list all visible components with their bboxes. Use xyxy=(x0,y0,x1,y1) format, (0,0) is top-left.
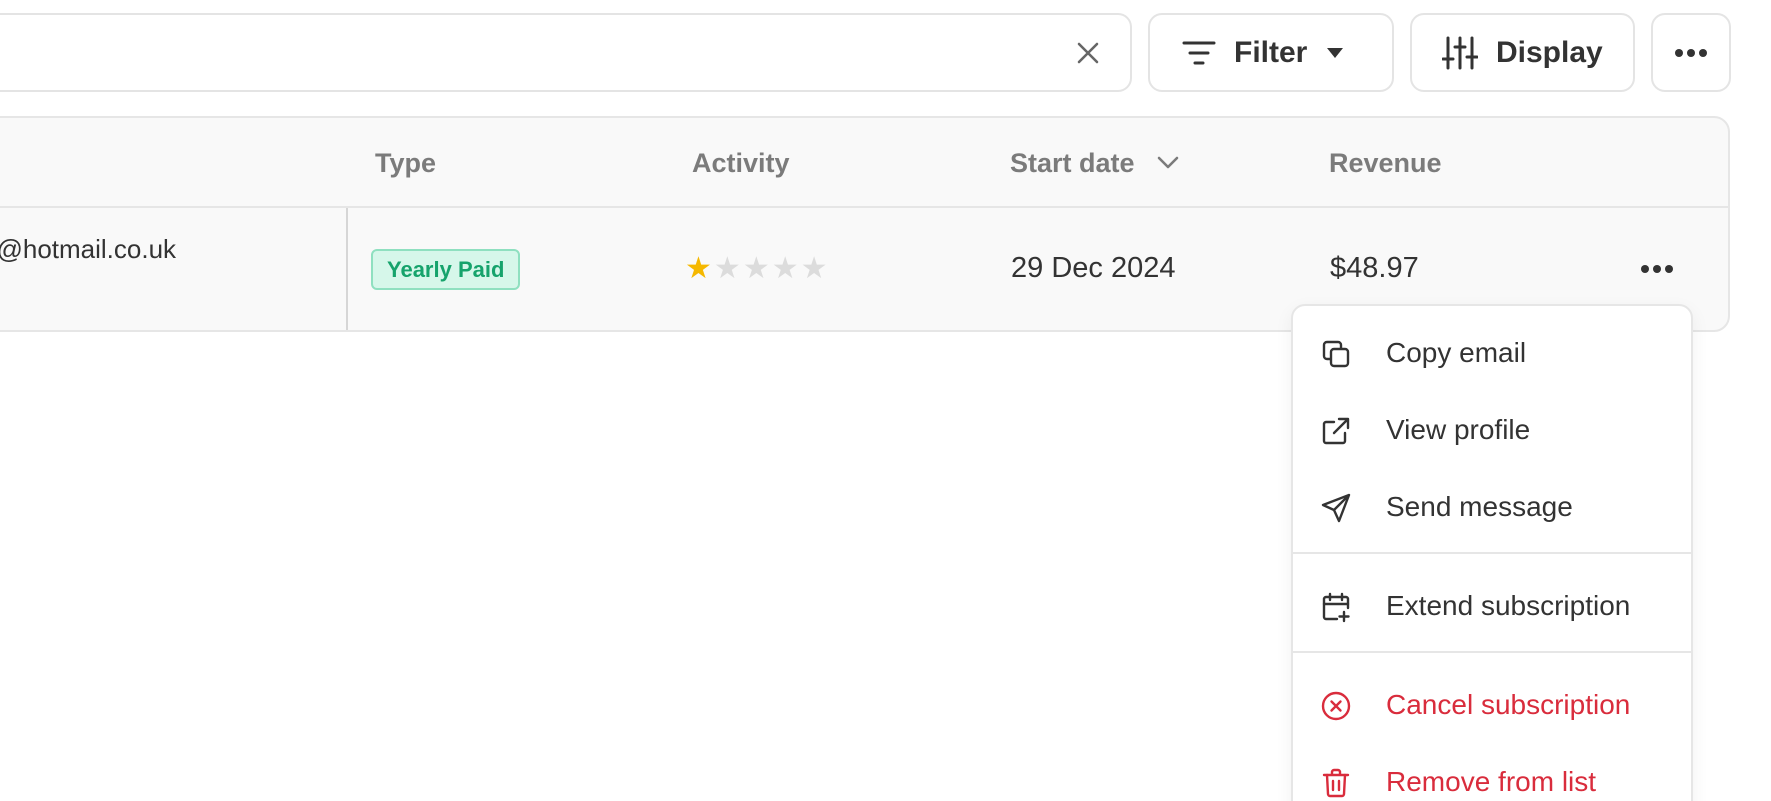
display-button[interactable]: Display xyxy=(1410,13,1635,92)
star-filled-icon: ★ xyxy=(685,252,712,285)
row-actions-button[interactable] xyxy=(1632,254,1682,284)
menu-item-copy-email[interactable]: Copy email xyxy=(1293,320,1691,386)
send-icon xyxy=(1319,491,1353,525)
star-empty-icon: ★ xyxy=(771,252,799,285)
table-header: Type Activity Start date Revenue xyxy=(0,118,1728,208)
start-date-value: 29 Dec 2024 xyxy=(1011,252,1176,284)
trash-icon xyxy=(1319,766,1353,800)
star-empty-icon: ★ xyxy=(742,252,770,285)
column-header-type[interactable]: Type xyxy=(375,118,436,208)
menu-item-extend-subscription[interactable]: Extend subscription xyxy=(1293,573,1691,639)
column-header-activity[interactable]: Activity xyxy=(692,118,790,208)
calendar-plus-icon xyxy=(1319,590,1353,624)
display-label: Display xyxy=(1496,35,1603,69)
more-options-button[interactable] xyxy=(1651,13,1731,92)
filter-label: Filter xyxy=(1234,35,1308,69)
menu-divider xyxy=(1293,651,1691,653)
menu-item-remove-from-list[interactable]: Remove from list xyxy=(1293,749,1691,801)
menu-item-view-profile[interactable]: View profile xyxy=(1293,397,1691,463)
menu-item-send-message[interactable]: Send message xyxy=(1293,474,1691,540)
star-empty-icon: ★ xyxy=(713,252,741,285)
filter-icon xyxy=(1182,39,1216,67)
external-link-icon xyxy=(1319,414,1353,448)
search-input[interactable] xyxy=(0,13,1132,92)
column-divider xyxy=(346,208,348,330)
ellipsis-icon xyxy=(1674,48,1708,58)
menu-item-label: Remove from list xyxy=(1386,766,1597,797)
row-actions-menu: Copy email View profile Send message Ext… xyxy=(1291,304,1693,801)
chevron-down-icon xyxy=(1157,156,1179,170)
menu-divider xyxy=(1293,552,1691,554)
menu-item-label: Copy email xyxy=(1386,337,1527,368)
activity-rating: ★ ★ ★ ★ ★ xyxy=(685,254,828,284)
menu-item-label: Cancel subscription xyxy=(1386,689,1631,720)
sliders-icon xyxy=(1442,35,1478,71)
menu-item-label: Extend subscription xyxy=(1386,590,1631,621)
menu-item-label: View profile xyxy=(1386,414,1531,445)
start-date-label: Start date xyxy=(1010,147,1135,178)
copy-icon xyxy=(1319,337,1353,371)
menu-item-cancel-subscription[interactable]: Cancel subscription xyxy=(1293,672,1691,738)
subscribers-table: Type Activity Start date Revenue n@hotma… xyxy=(0,116,1730,332)
filter-button[interactable]: Filter xyxy=(1148,13,1394,92)
revenue-value: $48.97 xyxy=(1330,252,1419,284)
row-email: n@hotmail.co.uk xyxy=(0,234,177,264)
column-header-revenue[interactable]: Revenue xyxy=(1329,118,1442,208)
caret-down-icon xyxy=(1325,46,1345,60)
clear-search-icon[interactable] xyxy=(1072,37,1104,69)
x-circle-icon xyxy=(1319,689,1353,723)
star-empty-icon: ★ xyxy=(800,252,828,285)
menu-item-label: Send message xyxy=(1386,491,1573,522)
column-header-start-date[interactable]: Start date xyxy=(1010,118,1179,208)
type-badge: Yearly Paid xyxy=(371,249,521,290)
